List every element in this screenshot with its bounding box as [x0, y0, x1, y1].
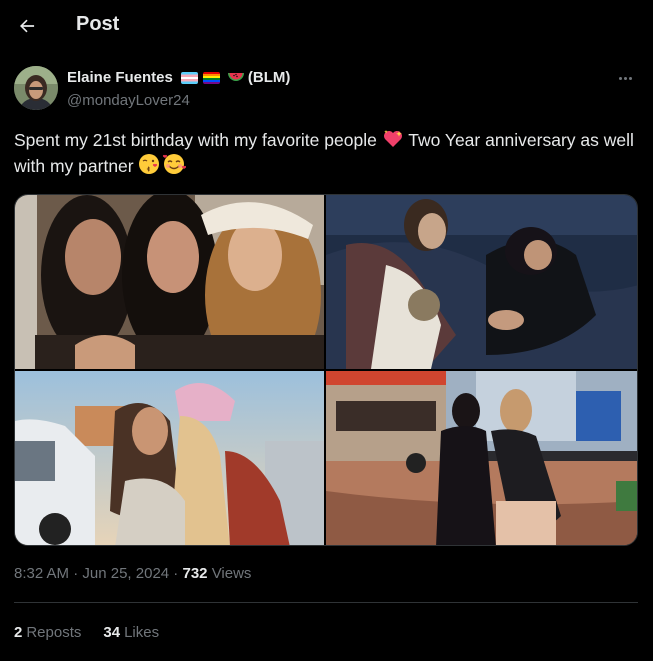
- kissing-face-icon: [139, 154, 160, 174]
- transgender-flag-icon: [180, 71, 198, 84]
- smiling-face-with-hearts-icon: [163, 154, 187, 174]
- reposts-label: Reposts: [26, 624, 82, 641]
- author-name: Elaine Fuentes: [67, 69, 173, 86]
- arrow-left-icon: [20, 19, 35, 33]
- tweet-text-part-1: Spent my 21st birthday with my favorite …: [14, 130, 382, 150]
- reposts-stat[interactable]: 2 Reposts: [14, 624, 81, 641]
- media-grid: [14, 194, 638, 546]
- meta-separator: ·: [169, 565, 183, 582]
- page-title: Post: [76, 13, 120, 35]
- views-label: Views: [211, 565, 252, 582]
- photo-booth-three-friends[interactable]: [15, 195, 324, 369]
- engagement-stats: 2 Reposts 34 Likes: [14, 624, 159, 641]
- post-meta: 8:32 AM · Jun 25, 2024 · 732 Views: [14, 565, 251, 582]
- sparkling-heart-icon: [383, 130, 402, 147]
- reposts-count: 2: [14, 624, 23, 641]
- beach-kiss-photo[interactable]: [15, 371, 324, 545]
- back-button[interactable]: [10, 9, 44, 43]
- post-header: Post: [0, 0, 653, 52]
- more-options-button[interactable]: [611, 68, 639, 88]
- watermelon-icon: [227, 72, 244, 81]
- more-icon: [618, 76, 632, 80]
- author-handle[interactable]: @mondayLover24: [67, 92, 190, 109]
- display-name[interactable]: Elaine Fuentes (BLM): [67, 69, 290, 86]
- rainbow-flag-icon: [202, 71, 220, 84]
- views-count: 732: [182, 565, 208, 582]
- meta-separator: ·: [69, 565, 83, 582]
- post-date[interactable]: Jun 25, 2024: [82, 565, 169, 582]
- tweet-text: Spent my 21st birthday with my favorite …: [14, 127, 639, 179]
- divider: [14, 602, 638, 603]
- post-time[interactable]: 8:32 AM: [14, 565, 69, 582]
- friends-lying-on-rug[interactable]: [326, 195, 637, 369]
- author-name-suffix: (BLM): [247, 69, 291, 86]
- likes-stat[interactable]: 34 Likes: [103, 624, 159, 641]
- avatar[interactable]: [14, 66, 58, 110]
- pier-night-photo[interactable]: [326, 371, 637, 545]
- likes-count: 34: [103, 624, 121, 641]
- likes-label: Likes: [124, 624, 160, 641]
- author-block: Elaine Fuentes (BLM) @mondayLover24: [14, 66, 639, 114]
